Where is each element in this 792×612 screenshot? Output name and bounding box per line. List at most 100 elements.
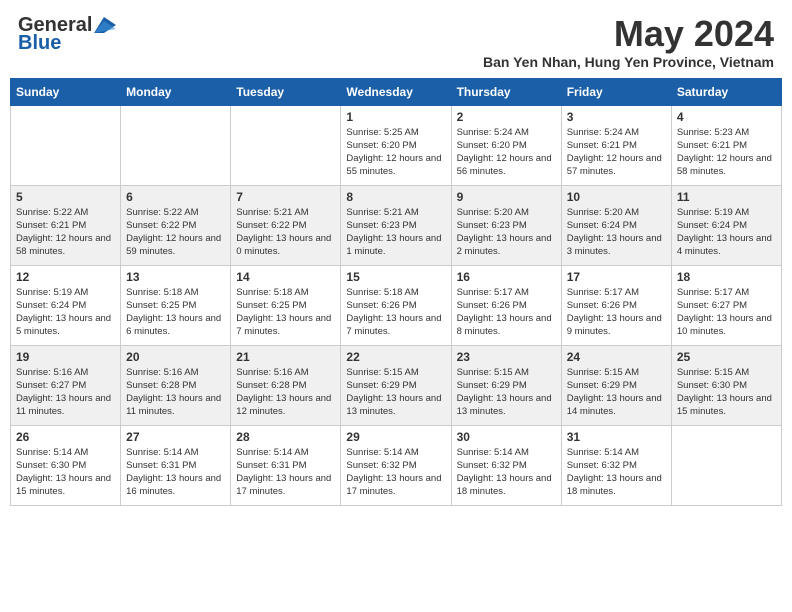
calendar-cell-w2-d4: 8Sunrise: 5:21 AMSunset: 6:23 PMDaylight… xyxy=(341,185,451,265)
calendar-cell-w4-d7: 25 Sunrise: 5:15 AMSunset: 6:30 PMDayligh… xyxy=(671,345,781,425)
day-number: 18 xyxy=(677,270,776,284)
header-monday: Monday xyxy=(121,78,231,105)
day-number: 2 xyxy=(457,110,556,124)
calendar-cell-w3-d2: 13 Sunrise: 5:18 AMSunset: 6:25 PMDayligh… xyxy=(121,265,231,345)
calendar-cell-w4-d4: 22 Sunrise: 5:15 AMSunset: 6:29 PMDayligh… xyxy=(341,345,451,425)
day-info: Sunrise: 5:15 AMSunset: 6:29 PMDaylight:… xyxy=(567,366,666,419)
calendar-cell-w1-d3 xyxy=(231,105,341,185)
day-info: Sunrise: 5:23 AMSunset: 6:21 PMDaylight:… xyxy=(677,126,776,179)
calendar-cell-w2-d6: 10 Sunrise: 5:20 AMSunset: 6:24 PMDayligh… xyxy=(561,185,671,265)
day-info: Sunrise: 5:15 AMSunset: 6:29 PMDaylight:… xyxy=(346,366,445,419)
day-number: 22 xyxy=(346,350,445,364)
calendar-cell-w5-d3: 28 Sunrise: 5:14 AMSunset: 6:31 PMDayligh… xyxy=(231,425,341,505)
day-info: Sunrise: 5:17 AMSunset: 6:26 PMDaylight:… xyxy=(457,286,556,339)
day-info: Sunrise: 5:19 AMSunset: 6:24 PMDaylight:… xyxy=(16,286,115,339)
day-info: Sunrise: 5:18 AMSunset: 6:25 PMDaylight:… xyxy=(126,286,225,339)
logo-blue: Blue xyxy=(18,32,116,54)
day-number: 24 xyxy=(567,350,666,364)
calendar-cell-w5-d6: 31 Sunrise: 5:14 AMSunset: 6:32 PMDayligh… xyxy=(561,425,671,505)
calendar-cell-w3-d4: 15 Sunrise: 5:18 AMSunset: 6:26 PMDayligh… xyxy=(341,265,451,345)
day-info: Sunrise: 5:21 AMSunset: 6:22 PMDaylight:… xyxy=(236,206,335,259)
calendar-cell-w1-d5: 2 Sunrise: 5:24 AMSunset: 6:20 PMDaylight… xyxy=(451,105,561,185)
day-number: 28 xyxy=(236,430,335,444)
day-number: 29 xyxy=(346,430,445,444)
header-saturday: Saturday xyxy=(671,78,781,105)
day-info: Sunrise: 5:14 AMSunset: 6:32 PMDaylight:… xyxy=(567,446,666,499)
calendar-cell-w1-d6: 3 Sunrise: 5:24 AMSunset: 6:21 PMDaylight… xyxy=(561,105,671,185)
calendar-cell-w2-d1: 5Sunrise: 5:22 AMSunset: 6:21 PMDaylight… xyxy=(11,185,121,265)
day-number: 19 xyxy=(16,350,115,364)
calendar-cell-w1-d1 xyxy=(11,105,121,185)
location: Ban Yen Nhan, Hung Yen Province, Vietnam xyxy=(483,54,774,70)
calendar-cell-w5-d5: 30 Sunrise: 5:14 AMSunset: 6:32 PMDayligh… xyxy=(451,425,561,505)
calendar-cell-w2-d3: 7 Sunrise: 5:21 AMSunset: 6:22 PMDaylight… xyxy=(231,185,341,265)
calendar-cell-w2-d7: 11Sunrise: 5:19 AMSunset: 6:24 PMDayligh… xyxy=(671,185,781,265)
calendar-cell-w3-d7: 18Sunrise: 5:17 AMSunset: 6:27 PMDayligh… xyxy=(671,265,781,345)
day-number: 5 xyxy=(16,190,115,204)
day-number: 15 xyxy=(346,270,445,284)
calendar-cell-w4-d3: 21 Sunrise: 5:16 AMSunset: 6:28 PMDayligh… xyxy=(231,345,341,425)
calendar-cell-w1-d2 xyxy=(121,105,231,185)
day-number: 25 xyxy=(677,350,776,364)
day-number: 26 xyxy=(16,430,115,444)
calendar-table: Sunday Monday Tuesday Wednesday Thursday… xyxy=(10,78,782,506)
calendar-cell-w2-d2: 6Sunrise: 5:22 AMSunset: 6:22 PMDaylight… xyxy=(121,185,231,265)
calendar-cell-w4-d1: 19Sunrise: 5:16 AMSunset: 6:27 PMDayligh… xyxy=(11,345,121,425)
header-sunday: Sunday xyxy=(11,78,121,105)
calendar-cell-w3-d5: 16 Sunrise: 5:17 AMSunset: 6:26 PMDayligh… xyxy=(451,265,561,345)
day-info: Sunrise: 5:25 AMSunset: 6:20 PMDaylight:… xyxy=(346,126,445,179)
day-info: Sunrise: 5:20 AMSunset: 6:23 PMDaylight:… xyxy=(457,206,556,259)
calendar-cell-w4-d5: 23 Sunrise: 5:15 AMSunset: 6:29 PMDayligh… xyxy=(451,345,561,425)
day-number: 30 xyxy=(457,430,556,444)
day-number: 7 xyxy=(236,190,335,204)
day-number: 23 xyxy=(457,350,556,364)
calendar-header-row: Sunday Monday Tuesday Wednesday Thursday… xyxy=(11,78,782,105)
calendar-week-1: 1 Sunrise: 5:25 AMSunset: 6:20 PMDaylight… xyxy=(11,105,782,185)
logo-icon xyxy=(94,17,116,33)
day-info: Sunrise: 5:14 AMSunset: 6:32 PMDaylight:… xyxy=(457,446,556,499)
calendar-cell-w4-d2: 20Sunrise: 5:16 AMSunset: 6:28 PMDayligh… xyxy=(121,345,231,425)
day-number: 27 xyxy=(126,430,225,444)
day-number: 21 xyxy=(236,350,335,364)
header-tuesday: Tuesday xyxy=(231,78,341,105)
calendar-week-3: 12 Sunrise: 5:19 AMSunset: 6:24 PMDayligh… xyxy=(11,265,782,345)
calendar-cell-w5-d7 xyxy=(671,425,781,505)
day-number: 16 xyxy=(457,270,556,284)
calendar-week-2: 5Sunrise: 5:22 AMSunset: 6:21 PMDaylight… xyxy=(11,185,782,265)
header-wednesday: Wednesday xyxy=(341,78,451,105)
day-number: 4 xyxy=(677,110,776,124)
day-number: 14 xyxy=(236,270,335,284)
title-area: May 2024 Ban Yen Nhan, Hung Yen Province… xyxy=(483,14,774,70)
month-title: May 2024 xyxy=(483,14,774,54)
day-info: Sunrise: 5:14 AMSunset: 6:32 PMDaylight:… xyxy=(346,446,445,499)
day-info: Sunrise: 5:24 AMSunset: 6:20 PMDaylight:… xyxy=(457,126,556,179)
calendar-cell-w5-d1: 26Sunrise: 5:14 AMSunset: 6:30 PMDayligh… xyxy=(11,425,121,505)
day-number: 1 xyxy=(346,110,445,124)
day-info: Sunrise: 5:16 AMSunset: 6:28 PMDaylight:… xyxy=(126,366,225,419)
day-info: Sunrise: 5:24 AMSunset: 6:21 PMDaylight:… xyxy=(567,126,666,179)
day-number: 3 xyxy=(567,110,666,124)
day-info: Sunrise: 5:17 AMSunset: 6:26 PMDaylight:… xyxy=(567,286,666,339)
day-info: Sunrise: 5:18 AMSunset: 6:26 PMDaylight:… xyxy=(346,286,445,339)
day-info: Sunrise: 5:22 AMSunset: 6:22 PMDaylight:… xyxy=(126,206,225,259)
calendar-cell-w4-d6: 24 Sunrise: 5:15 AMSunset: 6:29 PMDayligh… xyxy=(561,345,671,425)
day-info: Sunrise: 5:16 AMSunset: 6:28 PMDaylight:… xyxy=(236,366,335,419)
day-number: 12 xyxy=(16,270,115,284)
day-info: Sunrise: 5:14 AMSunset: 6:31 PMDaylight:… xyxy=(236,446,335,499)
logo: General Blue xyxy=(18,14,116,54)
calendar-cell-w1-d7: 4 Sunrise: 5:23 AMSunset: 6:21 PMDaylight… xyxy=(671,105,781,185)
day-info: Sunrise: 5:21 AMSunset: 6:23 PMDaylight:… xyxy=(346,206,445,259)
calendar-week-5: 26Sunrise: 5:14 AMSunset: 6:30 PMDayligh… xyxy=(11,425,782,505)
calendar-cell-w2-d5: 9 Sunrise: 5:20 AMSunset: 6:23 PMDaylight… xyxy=(451,185,561,265)
day-number: 13 xyxy=(126,270,225,284)
day-info: Sunrise: 5:15 AMSunset: 6:30 PMDaylight:… xyxy=(677,366,776,419)
day-info: Sunrise: 5:15 AMSunset: 6:29 PMDaylight:… xyxy=(457,366,556,419)
header-friday: Friday xyxy=(561,78,671,105)
calendar-cell-w3-d3: 14Sunrise: 5:18 AMSunset: 6:25 PMDayligh… xyxy=(231,265,341,345)
day-info: Sunrise: 5:20 AMSunset: 6:24 PMDaylight:… xyxy=(567,206,666,259)
day-number: 31 xyxy=(567,430,666,444)
header-thursday: Thursday xyxy=(451,78,561,105)
day-number: 10 xyxy=(567,190,666,204)
day-number: 9 xyxy=(457,190,556,204)
day-number: 11 xyxy=(677,190,776,204)
